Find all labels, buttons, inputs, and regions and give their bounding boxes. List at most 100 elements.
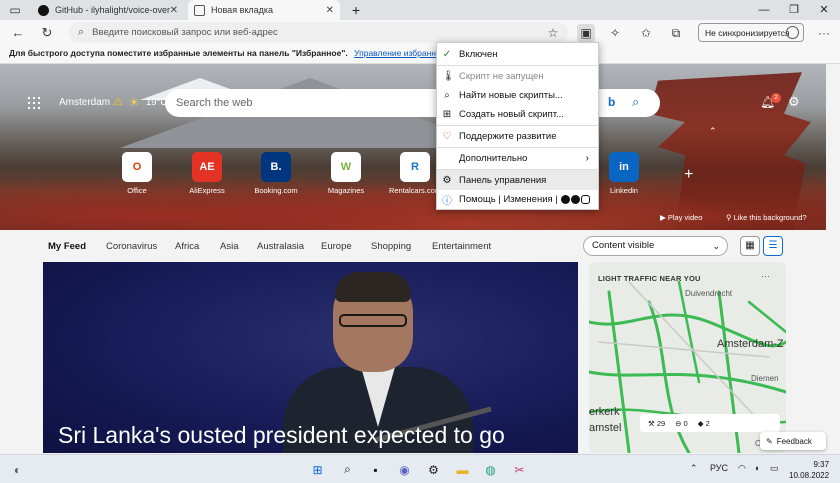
menu-item-more[interactable]: Дополнительно ›: [437, 148, 598, 168]
like-background-button[interactable]: ⚲ Like this background?: [726, 213, 807, 222]
manage-favorites-link[interactable]: Управление избранным: [354, 48, 448, 58]
page-settings-gear-icon[interactable]: ⚙: [788, 94, 800, 110]
apps-grid-icon[interactable]: [28, 97, 40, 109]
menu-item-label: Поддержите развитие: [459, 130, 557, 142]
quick-link-office[interactable]: O Office: [107, 152, 167, 195]
snipping-tool-icon[interactable]: ✂: [511, 461, 528, 478]
menu-item-support[interactable]: ♡ Поддержите развитие: [437, 126, 598, 146]
traffic-card[interactable]: LIGHT TRAFFIC NEAR YOU ··· Duivendrecht …: [589, 262, 786, 453]
favorites-bar: Для быстрого доступа поместите избранные…: [0, 45, 840, 64]
closures-stat: ⊖ 0: [675, 418, 688, 428]
feedback-button[interactable]: ✎ Feedback: [760, 432, 826, 450]
profile-avatar: [786, 26, 799, 39]
tab-new[interactable]: Новая вкладка ✕: [188, 0, 340, 20]
chat-icon[interactable]: ◉: [396, 461, 413, 478]
news-hero-card[interactable]: Sri Lanka's ousted president expected to…: [43, 262, 578, 453]
play-video-button[interactable]: ▶ Play video: [660, 213, 702, 222]
volume-icon[interactable]: ◖: [754, 463, 759, 473]
address-bar[interactable]: ⌕ Введите поисковый запрос или веб-адрес: [68, 22, 568, 43]
map-label: Diemen: [751, 374, 779, 383]
feed-tab-my-feed[interactable]: My Feed: [48, 241, 86, 252]
more-menu-icon[interactable]: ···: [815, 24, 833, 42]
tray-chevron-icon[interactable]: ⌃: [690, 463, 698, 474]
quick-link-label: Magazines: [327, 186, 365, 195]
menu-item-help[interactable]: ⓘ Помощь | Изменения |: [437, 189, 598, 209]
quick-link-booking[interactable]: B. Booking.com: [246, 152, 306, 195]
tab-close-icon[interactable]: ✕: [170, 5, 178, 16]
magazines-icon: W: [331, 152, 361, 182]
map-pin-icon: ⚲: [726, 213, 734, 222]
info-icon: ⓘ: [442, 195, 452, 207]
tab-actions-icon[interactable]: ▭: [6, 1, 24, 19]
collapse-chevron-icon[interactable]: ⌃: [709, 126, 717, 137]
tab-close-icon[interactable]: ✕: [326, 5, 334, 16]
address-placeholder: Введите поисковый запрос или веб-адрес: [92, 27, 278, 38]
add-favorite-icon[interactable]: ☆: [544, 24, 562, 42]
more-options-icon[interactable]: ···: [761, 271, 770, 281]
quick-link-linkedin[interactable]: in Linkedin: [594, 152, 654, 195]
settings-icon[interactable]: ⚙: [425, 461, 442, 478]
menu-item-label: Помощь | Изменения |: [459, 193, 558, 205]
start-icon[interactable]: ⊞: [309, 461, 326, 478]
quick-link-aliexpress[interactable]: AE AliExpress: [177, 152, 237, 195]
collections-icon[interactable]: ⧉: [667, 24, 685, 42]
feed-tab-entertainment[interactable]: Entertainment: [432, 241, 491, 252]
weather-warning-icon[interactable]: ⚠: [113, 95, 123, 108]
feed-tab-shopping[interactable]: Shopping: [371, 241, 411, 252]
menu-item-enabled[interactable]: ✓ Включен: [437, 44, 598, 64]
quick-link-label: Booking.com: [254, 186, 298, 195]
extensions-icon[interactable]: ✧: [606, 24, 624, 42]
feed-tab-europe[interactable]: Europe: [321, 241, 352, 252]
quick-link-label: Linkedin: [610, 186, 638, 195]
news-headline[interactable]: Sri Lanka's ousted president expected to…: [58, 422, 505, 449]
menu-item-dashboard[interactable]: ⚙ Панель управления: [437, 170, 598, 190]
widgets-icon[interactable]: ◐: [9, 461, 26, 478]
menu-item-create-script[interactable]: ⊞ Создать новый скрипт...: [437, 104, 598, 124]
add-quick-link-icon[interactable]: +: [684, 166, 693, 184]
facebook-icon[interactable]: [570, 194, 580, 204]
menu-item-label: Включен: [459, 48, 498, 60]
grid-layout-button[interactable]: ▦: [740, 236, 760, 256]
close-window-button[interactable]: ✕: [810, 0, 838, 20]
content-visibility-select[interactable]: Content visible ⌄: [583, 236, 728, 256]
incidents-stat: ⚒ 29: [648, 418, 666, 428]
github-icon[interactable]: [560, 194, 570, 204]
maximize-button[interactable]: ❐: [780, 0, 808, 20]
clock[interactable]: 9:37 10.08.2022: [789, 459, 829, 481]
weather-city[interactable]: Amsterdam: [59, 97, 110, 108]
minimize-button[interactable]: —: [750, 0, 778, 20]
search-icon: ⌕: [78, 26, 85, 38]
search-icon[interactable]: ⌕: [632, 94, 639, 110]
tab-strip: ▭ GitHub - ilyhalight/voice-over-tr ✕ Но…: [0, 0, 840, 20]
tampermonkey-extension-icon[interactable]: ▣: [577, 24, 595, 42]
favorites-icon[interactable]: ✩: [637, 24, 655, 42]
browser-toolbar: ← ↻ ⌕ Введите поисковый запрос или веб-а…: [0, 20, 840, 45]
refresh-icon[interactable]: ↻: [38, 24, 56, 42]
quick-link-label: Office: [127, 186, 147, 195]
page-icon: [194, 4, 205, 16]
file-explorer-icon[interactable]: ▬: [454, 461, 471, 478]
feed-tab-africa[interactable]: Africa: [175, 241, 199, 252]
feed-tab-coronavirus[interactable]: Coronavirus: [106, 241, 157, 252]
new-tab-button[interactable]: +: [342, 0, 370, 20]
instagram-icon[interactable]: [580, 194, 590, 204]
feed-tab-asia[interactable]: Asia: [220, 241, 238, 252]
language-indicator[interactable]: РУС: [710, 463, 728, 473]
battery-icon[interactable]: ▭: [770, 463, 779, 474]
edge-icon[interactable]: ◍: [482, 461, 499, 478]
search-icon[interactable]: ⌕: [339, 461, 356, 478]
wifi-icon[interactable]: ◠: [738, 463, 746, 474]
list-layout-button[interactable]: ☰: [763, 236, 783, 256]
menu-item-label: Панель управления: [459, 174, 547, 186]
check-icon: ✓: [442, 48, 452, 60]
quick-link-magazines[interactable]: W Magazines: [316, 152, 376, 195]
task-view-icon[interactable]: ▪: [367, 461, 384, 478]
back-icon[interactable]: ←: [9, 24, 27, 42]
feed-tab-australasia[interactable]: Australasia: [257, 241, 304, 252]
tampermonkey-menu: ✓ Включен 🌡 Скрипт не запущен ⌕ Найти но…: [436, 42, 599, 210]
sync-button[interactable]: Не синхронизируется: [698, 23, 804, 42]
tab-github[interactable]: GitHub - ilyhalight/voice-over-tr ✕: [32, 0, 184, 20]
clock-time: 9:37: [813, 460, 830, 469]
menu-item-find-scripts[interactable]: ⌕ Найти новые скрипты...: [437, 85, 598, 105]
quick-link-label: AliExpress: [189, 186, 225, 195]
